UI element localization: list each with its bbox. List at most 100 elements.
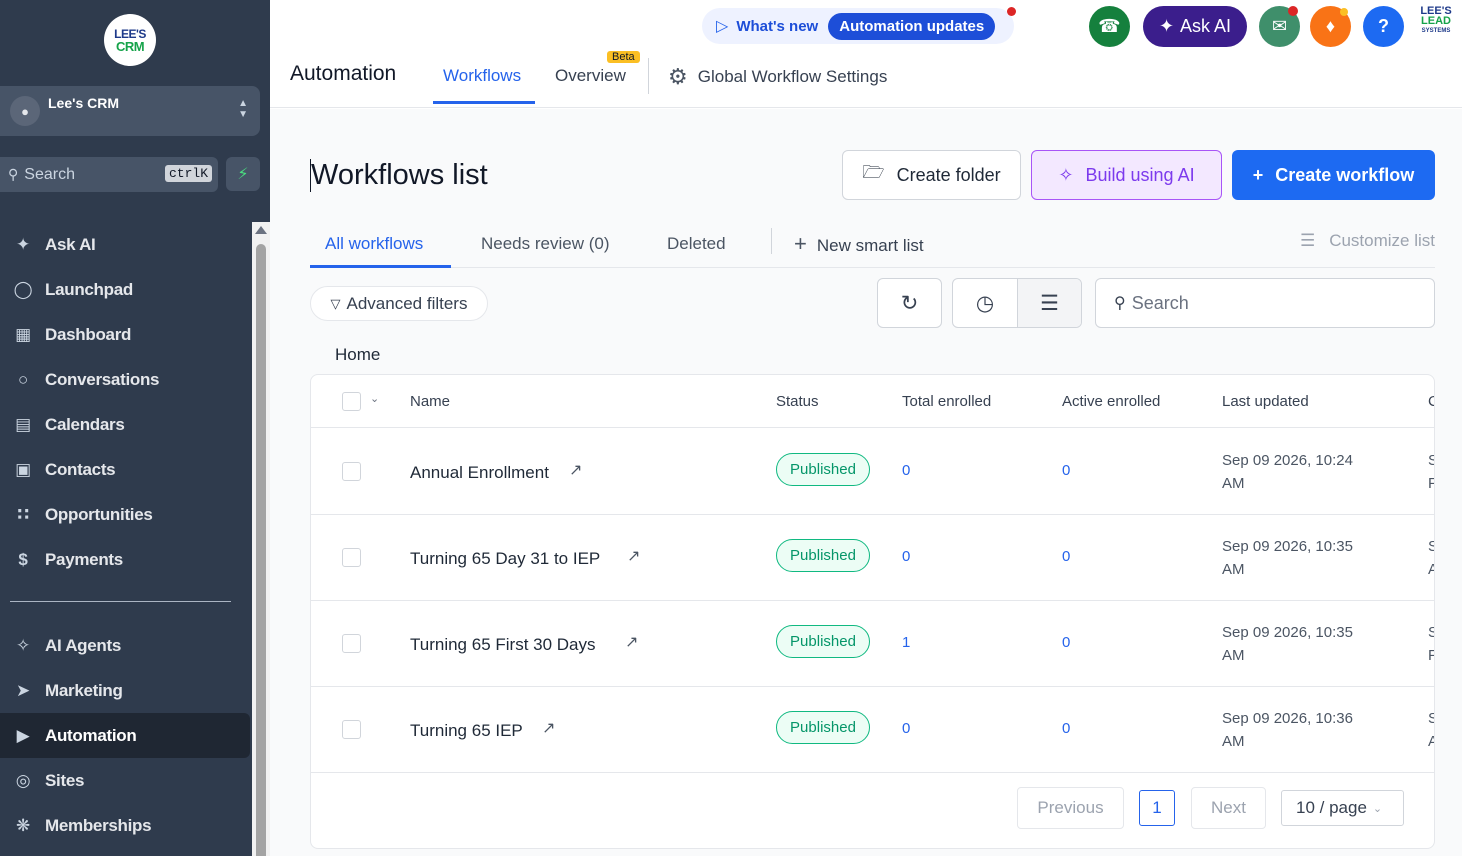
external-link-icon[interactable]: ↗ (542, 718, 555, 738)
company-logo: LEE'S LEAD SYSTEMS (1420, 6, 1452, 48)
tab-overview[interactable]: Overview (555, 66, 626, 86)
list-view-button[interactable]: ☰ (1017, 279, 1081, 327)
create-workflow-button[interactable]: + Create workflow (1232, 150, 1435, 200)
clock-icon: ◷ (975, 291, 995, 315)
pipeline-icon: ∷ (17, 504, 29, 524)
shortcut-hint: ctrlK (164, 165, 212, 182)
table-row[interactable]: Turning 65 Day 31 to IEP ↗ Published 0 0… (311, 515, 1434, 601)
column-total-enrolled[interactable]: Total enrolled (902, 393, 991, 410)
active-enrolled[interactable]: 0 (1062, 720, 1070, 737)
previous-page-button[interactable]: Previous (1017, 787, 1124, 829)
workflow-name[interactable]: Turning 65 IEP (410, 721, 523, 741)
sidebar-item-ai-agents[interactable]: ✧ AI Agents (0, 623, 252, 668)
bolt-icon: ⚡ (237, 166, 249, 183)
sidebar-item-marketing[interactable]: ➤ Marketing (0, 668, 252, 713)
table-row[interactable]: Turning 65 IEP ↗ Published 0 0 Sep 09 20… (311, 687, 1434, 773)
sidebar-item-memberships[interactable]: ❋ Memberships (0, 803, 252, 848)
page-size-select[interactable]: 10 / page ⌄ (1281, 790, 1404, 826)
row-checkbox[interactable] (342, 634, 361, 653)
automation-updates-badge[interactable]: Automation updates (828, 12, 996, 40)
last-updated-line: Sep 09 2026, 10:24 (1222, 452, 1353, 469)
active-enrolled[interactable]: 0 (1062, 548, 1070, 565)
sidebar-item-calendars[interactable]: ▤ Calendars (0, 402, 252, 447)
scroll-up-icon[interactable] (255, 226, 267, 234)
sidebar-item-dashboard[interactable]: ▦ Dashboard (0, 312, 252, 357)
workflow-name[interactable]: Annual Enrollment (410, 463, 549, 483)
global-workflow-settings-button[interactable]: ⚙ Global Workflow Settings (668, 64, 887, 90)
tab-workflows[interactable]: Workflows (443, 66, 521, 86)
total-enrolled[interactable]: 1 (902, 634, 910, 651)
status-badge: Published (776, 711, 870, 744)
timeline-view-button[interactable]: ◷ (953, 279, 1017, 327)
current-page-button[interactable]: 1 (1139, 790, 1175, 826)
table-row[interactable]: Annual Enrollment ↗ Published 0 0 Sep 09… (311, 429, 1434, 515)
history-icon: ↻ (900, 291, 919, 315)
column-active-enrolled[interactable]: Active enrolled (1062, 393, 1160, 410)
total-enrolled[interactable]: 0 (902, 720, 910, 737)
ask-ai-button[interactable]: ✦ Ask AI (1143, 6, 1247, 47)
select-all-checkbox[interactable] (342, 392, 361, 411)
last-updated-line: AM (1222, 475, 1245, 492)
sidebar-item-label: Memberships (45, 815, 152, 835)
scrollbar-thumb[interactable] (256, 244, 266, 856)
tab-deleted[interactable]: Deleted (667, 234, 726, 254)
row-checkbox[interactable] (342, 720, 361, 739)
external-link-icon[interactable]: ↗ (569, 460, 582, 480)
send-icon: ➤ (16, 680, 30, 700)
sidebar-item-automation[interactable]: ▶ Automation (0, 713, 250, 758)
phone-icon: ☎ (1098, 16, 1121, 36)
contacts-icon: ▣ (15, 459, 31, 479)
tab-needs-review[interactable]: Needs review (0) (481, 234, 610, 254)
sidebar-item-ask-ai[interactable]: ✦ Ask AI (0, 222, 252, 267)
sidebar-search[interactable]: ⚲ Search ctrlK (0, 157, 218, 192)
create-folder-button[interactable]: 🗁 Create folder (842, 150, 1021, 200)
sidebar-item-sites[interactable]: ◎ Sites (0, 758, 252, 803)
account-switcher[interactable]: ● Lee's CRM ▲ ▼ (0, 86, 260, 136)
sidebar-item-label: Opportunities (45, 504, 153, 524)
row-checkbox[interactable] (342, 548, 361, 567)
sidebar-item-launchpad[interactable]: ◯ Launchpad (0, 267, 252, 312)
column-clipped[interactable]: C (1428, 393, 1434, 410)
active-enrolled[interactable]: 0 (1062, 462, 1070, 479)
gear-icon: ⚙ (668, 64, 688, 89)
sidebar-item-payments[interactable]: $ Payments (0, 537, 252, 582)
new-smart-list-button[interactable]: + New smart list (794, 231, 924, 257)
active-tab-indicator (433, 101, 535, 104)
build-using-ai-button[interactable]: ✧ Build using AI (1031, 150, 1222, 200)
help-button[interactable]: ? (1363, 6, 1404, 47)
phone-button[interactable]: ☎ (1089, 6, 1130, 47)
quick-action-button[interactable]: ⚡ (226, 157, 260, 191)
sidebar-item-label: Payments (45, 549, 123, 569)
workflow-name[interactable]: Turning 65 Day 31 to IEP (410, 549, 600, 569)
megaphone-icon: ✉ (1271, 16, 1288, 36)
workflow-search-input[interactable]: ⚲ Search (1095, 278, 1435, 328)
chevron-down-icon[interactable]: ⌄ (370, 392, 379, 405)
clipped-line: S (1428, 707, 1434, 730)
external-link-icon[interactable]: ↗ (625, 632, 638, 652)
total-enrolled[interactable]: 0 (902, 462, 910, 479)
advanced-filters-button[interactable]: ▽ Advanced filters (310, 286, 488, 321)
active-enrolled[interactable]: 0 (1062, 634, 1070, 651)
logo[interactable]: LEE'S CRM (104, 14, 156, 66)
total-enrolled[interactable]: 0 (902, 548, 910, 565)
sidebar-item-opportunities[interactable]: ∷ Opportunities (0, 492, 252, 537)
whats-new-pill[interactable]: ▷ What's new Automation updates (702, 7, 1016, 44)
breadcrumb[interactable]: Home (335, 345, 380, 365)
customize-list-button[interactable]: ☰ Customize list (1300, 231, 1435, 251)
column-name[interactable]: Name (410, 393, 450, 410)
history-button[interactable]: ↻ (877, 278, 942, 328)
tab-all-workflows[interactable]: All workflows (325, 234, 423, 254)
page-size-value: 10 / page (1296, 798, 1367, 817)
external-link-icon[interactable]: ↗ (627, 546, 640, 566)
column-status[interactable]: Status (776, 393, 819, 410)
beta-badge: Beta (607, 51, 640, 63)
column-last-updated[interactable]: Last updated (1222, 393, 1309, 410)
sidebar-scrollbar[interactable] (252, 222, 270, 856)
workflow-name[interactable]: Turning 65 First 30 Days (410, 635, 596, 655)
plus-icon: + (1252, 164, 1264, 185)
sidebar-item-conversations[interactable]: ○ Conversations (0, 357, 252, 402)
next-page-button[interactable]: Next (1191, 787, 1266, 829)
row-checkbox[interactable] (342, 462, 361, 481)
sidebar-item-contacts[interactable]: ▣ Contacts (0, 447, 252, 492)
table-row[interactable]: Turning 65 First 30 Days ↗ Published 1 0… (311, 601, 1434, 687)
